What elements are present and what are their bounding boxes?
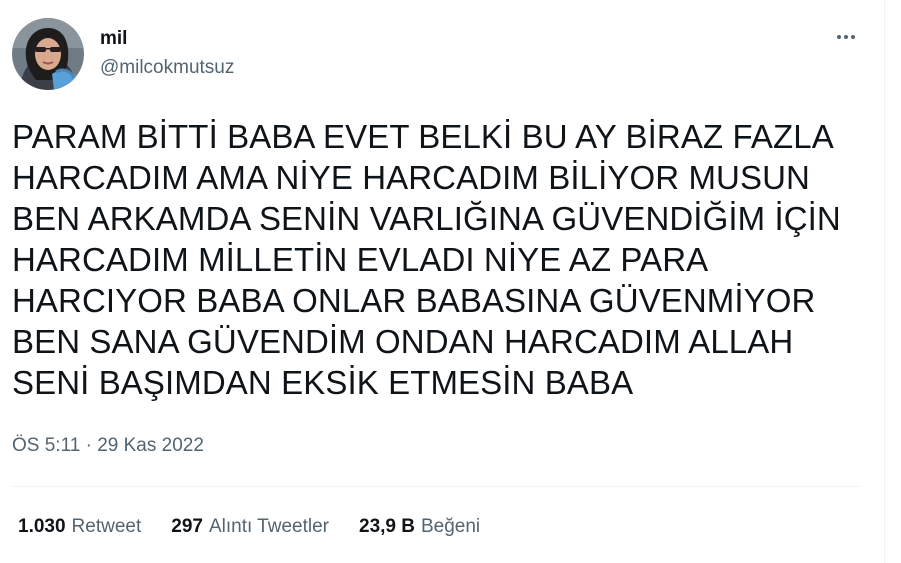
retweets-stat[interactable]: 1.030 Retweet <box>18 516 141 538</box>
quote-tweets-label: Alıntı Tweetler <box>208 516 329 537</box>
retweets-label: Retweet <box>71 516 142 537</box>
tweet-timestamp: ÖS 5:11 · 29 Kas 2022 <box>12 434 204 458</box>
tweet-time[interactable]: ÖS 5:11 <box>12 435 80 456</box>
profile-photo-icon <box>12 18 84 90</box>
more-options-button[interactable] <box>828 22 864 52</box>
likes-label: Beğeni <box>420 516 481 537</box>
likes-count: 23,9 B <box>359 516 415 537</box>
display-name[interactable]: mil <box>100 28 127 50</box>
likes-stat[interactable]: 23,9 B Beğeni <box>359 516 480 538</box>
quote-tweets-count: 297 <box>171 516 203 537</box>
retweets-count: 1.030 <box>18 516 66 537</box>
timeline-border <box>884 0 885 563</box>
timestamp-separator: · <box>85 435 92 456</box>
more-horizontal-icon <box>837 35 855 39</box>
divider <box>12 486 861 487</box>
tweet-stats: 1.030 Retweet 297 Alıntı Tweetler 23,9 B… <box>18 514 510 540</box>
tweet-text: PARAM BİTTİ BABA EVET BELKİ BU AY BİRAZ … <box>12 118 841 401</box>
tweet-date[interactable]: 29 Kas 2022 <box>97 435 204 456</box>
user-handle[interactable]: @milcokmutsuz <box>100 57 234 79</box>
quote-tweets-stat[interactable]: 297 Alıntı Tweetler <box>171 516 329 538</box>
avatar[interactable] <box>12 18 84 90</box>
